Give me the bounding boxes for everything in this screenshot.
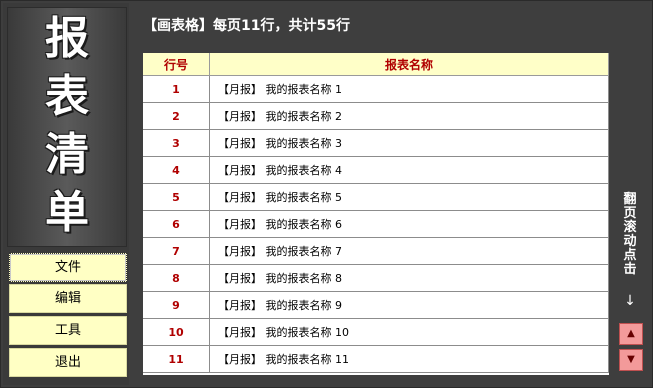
menu-item-file[interactable]: 文件: [9, 253, 127, 282]
hint-char: 翻: [623, 192, 637, 207]
title-banner: 报 表 清 单: [7, 7, 127, 247]
hint-char: 动: [623, 234, 637, 249]
table-row[interactable]: 3 【月报】 我的报表名称 3: [143, 129, 609, 157]
row-number: 9: [143, 291, 210, 319]
table-row[interactable]: 7 【月报】 我的报表名称 7: [143, 237, 609, 265]
report-name[interactable]: 【月报】 我的报表名称 6: [209, 210, 609, 238]
main-panel: 【画表格】每页11行，共计55行 行号 报表名称 1 【月报】 我的报表名称 1 …: [133, 3, 650, 385]
hint-char: 击: [623, 262, 637, 277]
report-name[interactable]: 【月报】 我的报表名称 1: [209, 75, 609, 103]
arrow-down-icon: ↓: [624, 293, 636, 309]
table-row[interactable]: 1 【月报】 我的报表名称 1: [143, 75, 609, 103]
menu-item-tools[interactable]: 工具: [9, 316, 127, 345]
row-number: 6: [143, 210, 210, 238]
table-row[interactable]: 4 【月报】 我的报表名称 4: [143, 156, 609, 184]
report-name[interactable]: 【月报】 我的报表名称 8: [209, 264, 609, 292]
menu-item-edit[interactable]: 编辑: [9, 284, 127, 313]
row-number: 11: [143, 345, 210, 373]
column-header-report-name: 报表名称: [209, 53, 609, 76]
report-name[interactable]: 【月报】 我的报表名称 3: [209, 129, 609, 157]
column-header-row-number: 行号: [143, 53, 210, 76]
row-number: 1: [143, 75, 210, 103]
table-row[interactable]: 11 【月报】 我的报表名称 11: [143, 345, 609, 373]
row-number: 5: [143, 183, 210, 211]
title-char-2: 表: [45, 71, 89, 122]
report-name[interactable]: 【月报】 我的报表名称 4: [209, 156, 609, 184]
report-name[interactable]: 【月报】 我的报表名称 10: [209, 318, 609, 346]
triangle-down-icon: ▼: [627, 354, 635, 365]
row-number: 8: [143, 264, 210, 292]
hint-char: 点: [623, 248, 637, 263]
table-row[interactable]: 10 【月报】 我的报表名称 10: [143, 318, 609, 346]
table-row[interactable]: 6 【月报】 我的报表名称 6: [143, 210, 609, 238]
triangle-up-icon: ▲: [627, 328, 635, 339]
table-row[interactable]: 8 【月报】 我的报表名称 8: [143, 264, 609, 292]
row-number: 4: [143, 156, 210, 184]
app-window: 报 表 清 单 文件 编辑 工具 退出 【画表格】每页11行，共计55行 行号 …: [0, 0, 653, 388]
report-name[interactable]: 【月报】 我的报表名称 5: [209, 183, 609, 211]
page-up-button[interactable]: ▲: [619, 323, 643, 345]
hint-char: 滚: [623, 220, 637, 235]
table-row[interactable]: 9 【月报】 我的报表名称 9: [143, 291, 609, 319]
report-name[interactable]: 【月报】 我的报表名称 9: [209, 291, 609, 319]
row-number: 7: [143, 237, 210, 265]
report-name[interactable]: 【月报】 我的报表名称 7: [209, 237, 609, 265]
row-number: 3: [143, 129, 210, 157]
title-char-3: 清: [45, 129, 89, 180]
report-name[interactable]: 【月报】 我的报表名称 11: [209, 345, 609, 373]
table-row[interactable]: 5 【月报】 我的报表名称 5: [143, 183, 609, 211]
report-name[interactable]: 【月报】 我的报表名称 2: [209, 102, 609, 130]
table-header-row: 行号 报表名称: [143, 53, 609, 76]
hint-char: 页: [623, 206, 637, 221]
title-char-1: 报: [45, 13, 89, 64]
page-title: 【画表格】每页11行，共计55行: [143, 18, 350, 34]
title-char-4: 单: [45, 187, 89, 238]
menu-item-exit[interactable]: 退出: [9, 348, 127, 377]
table-row[interactable]: 2 【月报】 我的报表名称 2: [143, 102, 609, 130]
report-table: 行号 报表名称 1 【月报】 我的报表名称 1 2 【月报】 我的报表名称 2 3 【…: [143, 53, 609, 375]
page-down-button[interactable]: ▼: [619, 349, 643, 371]
row-number: 2: [143, 102, 210, 130]
left-panel: 报 表 清 单 文件 编辑 工具 退出: [3, 3, 129, 385]
page-scroll-hint: 翻 页 滚 动 点 击: [622, 193, 638, 277]
row-number: 10: [143, 318, 210, 346]
